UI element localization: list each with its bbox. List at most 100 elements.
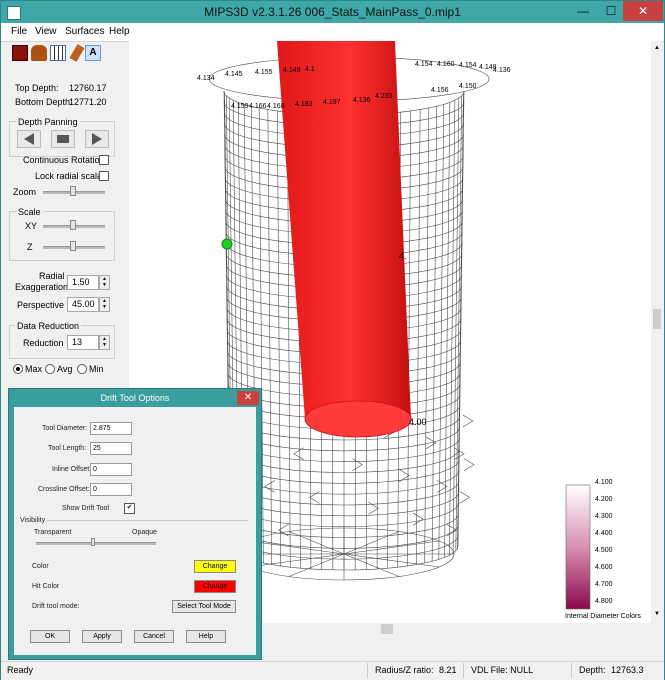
color-change-button[interactable]: Change xyxy=(194,560,236,573)
bottom-depth-value: 12771.20 xyxy=(69,97,107,107)
scale-group xyxy=(9,211,115,261)
pan-up-button[interactable] xyxy=(17,130,41,148)
radio-avg-label: Avg xyxy=(57,364,73,374)
menu-bar: File View Surfaces Help xyxy=(1,23,664,42)
radio-avg[interactable] xyxy=(45,364,55,374)
value-label: 4.168 xyxy=(267,103,285,110)
radio-max-label: Max xyxy=(25,364,43,374)
perspective-label: Perspective xyxy=(17,300,65,310)
annotation-toggle-button[interactable]: A xyxy=(85,45,101,61)
status-divider xyxy=(367,663,368,678)
legend-tick: 4.500 xyxy=(595,547,613,554)
show-drift-tool-checkbox[interactable]: ✔ xyxy=(124,503,135,514)
apply-button[interactable]: Apply xyxy=(82,630,122,643)
value-label: 4.160 xyxy=(437,61,455,68)
radio-min[interactable] xyxy=(77,364,87,374)
legend-tick: 4.700 xyxy=(595,581,613,588)
depth-panning-label: Depth Panning xyxy=(16,117,80,127)
title-bar[interactable]: MIPS3D v2.3.1.26 006_Stats_MainPass_0.mi… xyxy=(1,1,664,23)
menu-help[interactable]: Help xyxy=(109,26,130,37)
scale-xy-slider-thumb[interactable] xyxy=(70,220,76,230)
horizontal-scroll-thumb[interactable] xyxy=(381,624,393,634)
depth-status-label: Depth: xyxy=(579,665,606,675)
maximize-button[interactable]: ☐ xyxy=(597,1,625,21)
top-depth-label: Top Depth: xyxy=(15,83,59,93)
reduction-input[interactable]: 13 xyxy=(67,335,99,350)
stop-icon xyxy=(57,135,69,143)
continuous-rotation-checkbox[interactable] xyxy=(99,155,109,165)
cancel-button[interactable]: Cancel xyxy=(134,630,174,643)
status-ready: Ready xyxy=(7,665,34,675)
pan-down-button[interactable] xyxy=(85,130,109,148)
vertical-scroll-thumb[interactable] xyxy=(653,309,661,329)
hit-color-change-button[interactable]: Change xyxy=(194,580,236,593)
help-button[interactable]: Help xyxy=(186,630,226,643)
vdl-file-status: VDL File: NULL xyxy=(471,665,534,675)
bottom-depth-label: 4.00 xyxy=(409,417,427,427)
status-divider xyxy=(463,663,464,678)
lock-radial-scalar-label: Lock radial scalar xyxy=(35,171,106,181)
radial-exaggeration-input[interactable]: 1.50 xyxy=(67,275,99,290)
drift-tool-options-dialog: Drift Tool Options ✕ Tool Diameter: 2.87… xyxy=(8,388,262,660)
depth-marker[interactable] xyxy=(221,238,233,250)
scroll-down-icon[interactable]: ▼ xyxy=(653,611,661,619)
inline-offset-label: Inline Offset: xyxy=(52,466,92,473)
scale-z-slider-thumb[interactable] xyxy=(70,241,76,251)
value-label: 4.136 xyxy=(493,67,511,74)
cylinder-icon[interactable] xyxy=(31,45,47,61)
legend-tick: 4.800 xyxy=(595,598,613,605)
radio-max[interactable] xyxy=(13,364,23,374)
perspective-input[interactable]: 45.00 xyxy=(67,297,99,312)
crossline-offset-label: Crossline Offset: xyxy=(38,486,90,493)
pan-stop-button[interactable] xyxy=(51,130,75,148)
ok-button[interactable]: OK xyxy=(30,630,70,643)
vertical-scrollbar[interactable]: ▲ ▼ xyxy=(651,41,663,623)
scale-z-label: Z xyxy=(27,242,33,252)
window-title: MIPS3D v2.3.1.26 006_Stats_MainPass_0.mi… xyxy=(204,5,461,19)
menu-surfaces[interactable]: Surfaces xyxy=(65,26,104,37)
radius-ratio-value: 8.21 xyxy=(439,665,457,675)
visibility-slider-thumb[interactable] xyxy=(91,538,95,546)
perspective-spinner[interactable]: ▲ ▼ xyxy=(99,297,110,312)
legend-title: Internal Diameter Colors xyxy=(565,613,641,620)
visibility-slider-track[interactable] xyxy=(36,542,156,545)
drift-tool-mode-label: Drift tool mode: xyxy=(32,603,80,610)
color-legend-bar xyxy=(565,484,591,610)
scroll-up-icon[interactable]: ▲ xyxy=(653,45,661,53)
value-label: 4.183 xyxy=(295,101,313,108)
tool-length-input[interactable]: 25 xyxy=(90,442,132,455)
menu-file[interactable]: File xyxy=(11,26,27,37)
reduction-spinner[interactable]: ▲ ▼ xyxy=(99,335,110,350)
scale-label: Scale xyxy=(16,207,43,217)
radio-min-label: Min xyxy=(89,364,104,374)
value-label: 4.155 xyxy=(255,69,273,76)
menu-view[interactable]: View xyxy=(35,26,57,37)
close-button[interactable]: ✕ xyxy=(623,1,663,21)
transparent-label: Transparent xyxy=(34,529,72,536)
value-label: 4.150 xyxy=(459,83,477,90)
lock-radial-scalar-checkbox[interactable] xyxy=(99,171,109,181)
select-tool-mode-button[interactable]: Select Tool Mode xyxy=(172,600,236,613)
radial-exaggeration-spinner[interactable]: ▲ ▼ xyxy=(99,275,110,290)
visibility-label: Visibility xyxy=(20,517,48,524)
tool-diameter-input[interactable]: 2.875 xyxy=(90,422,132,435)
drift-tool-end xyxy=(304,400,412,438)
zoom-slider-thumb[interactable] xyxy=(70,186,76,196)
minimize-button[interactable]: — xyxy=(569,1,597,21)
status-bar: Ready Radius/Z ratio: 8.21 VDL File: NUL… xyxy=(1,661,664,680)
tool-diameter-label: Tool Diameter: xyxy=(42,425,88,432)
inline-offset-input[interactable]: 0 xyxy=(90,463,132,476)
bottom-depth-label: Bottom Depth: xyxy=(15,97,73,107)
value-label: 4.1 xyxy=(305,66,315,73)
tool-icon[interactable] xyxy=(69,44,85,62)
opaque-label: Opaque xyxy=(132,529,157,536)
checker-icon[interactable] xyxy=(12,45,28,61)
legend-tick: 4.600 xyxy=(595,564,613,571)
zoom-label: Zoom xyxy=(13,187,37,197)
scale-xy-label: XY xyxy=(25,221,38,231)
dialog-close-button[interactable]: ✕ xyxy=(237,391,259,405)
legend-tick: 4.400 xyxy=(595,530,613,537)
grid-icon[interactable] xyxy=(50,45,66,61)
value-label: 4.159 xyxy=(231,103,249,110)
crossline-offset-input[interactable]: 0 xyxy=(90,483,132,496)
